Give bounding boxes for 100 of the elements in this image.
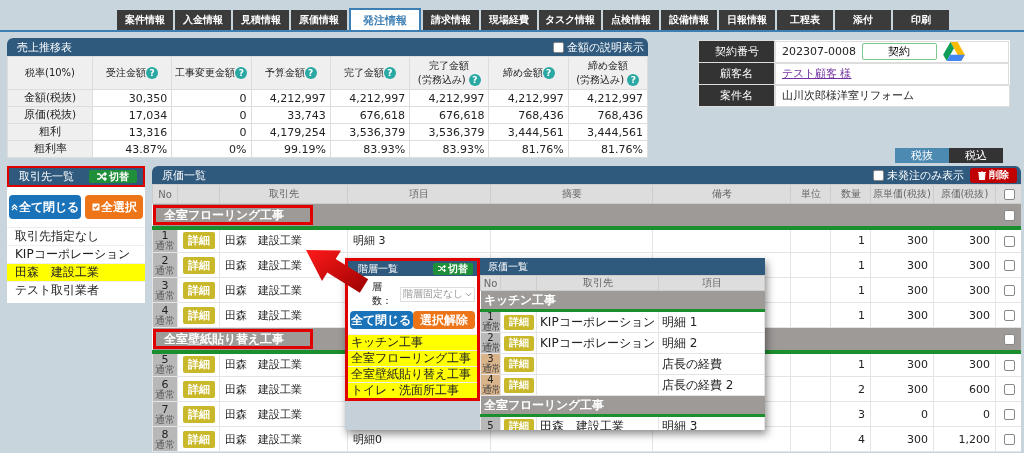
- checkbox[interactable]: [1003, 333, 1015, 345]
- switch-button[interactable]: 切替: [433, 262, 473, 275]
- tab[interactable]: 発注情報: [349, 8, 421, 30]
- row-type: 通常: [154, 439, 176, 450]
- table-cell: 3,536,379: [409, 123, 489, 141]
- tax-toggle[interactable]: 税抜: [895, 148, 949, 163]
- tab[interactable]: 案件情報: [117, 10, 173, 30]
- checkbox[interactable]: [1003, 285, 1015, 296]
- table-cell: KIPコーポレーション: [540, 314, 655, 329]
- row-type: 通常: [154, 265, 176, 276]
- checkbox[interactable]: [1003, 188, 1015, 200]
- delete-button[interactable]: 削除: [970, 167, 1017, 183]
- level-item[interactable]: キッチン工事: [348, 334, 477, 350]
- vendor-item[interactable]: 取引先指定なし: [7, 227, 145, 245]
- column-header: 数量: [840, 188, 861, 199]
- table-cell: 明細 2: [662, 335, 698, 350]
- column-header: 原価(税抜): [940, 188, 989, 199]
- customer-link[interactable]: テスト顧客 様: [782, 66, 852, 81]
- level-item[interactable]: 全室フローリング工事: [348, 350, 477, 366]
- panel-title: 原価一覧: [162, 167, 206, 183]
- help-icon[interactable]: ?: [542, 67, 555, 79]
- action-button[interactable]: 選択解除: [412, 311, 475, 329]
- column-header: No: [483, 277, 498, 289]
- level-item[interactable]: トイレ・洗面所工事: [348, 382, 477, 398]
- tab[interactable]: 見積情報: [233, 10, 289, 30]
- row-type: 通常: [154, 315, 176, 326]
- trash-icon: [978, 170, 986, 180]
- table-cell: 600: [969, 382, 990, 396]
- row-number: 6: [161, 378, 169, 390]
- vendor-item[interactable]: 田森 建設工業: [7, 263, 145, 281]
- tab[interactable]: 設備情報: [661, 10, 717, 30]
- level-select[interactable]: 階層固定なし: [400, 286, 475, 302]
- table-cell: 店長の経費: [662, 356, 722, 371]
- tab[interactable]: 現場経費: [481, 10, 537, 30]
- tab[interactable]: タスク情報: [539, 10, 601, 30]
- table-cell: 300: [969, 234, 990, 248]
- checkbox[interactable]: [1003, 209, 1015, 221]
- tab[interactable]: 点検情報: [603, 10, 659, 30]
- table-cell: 83.93%: [330, 140, 410, 158]
- chevron-down-icon: [465, 291, 472, 297]
- row-number: 3: [161, 279, 169, 291]
- help-icon[interactable]: ?: [146, 67, 159, 79]
- table-cell: 1: [858, 358, 865, 372]
- checkbox[interactable]: [553, 41, 564, 53]
- switch-button[interactable]: 切替: [89, 170, 137, 183]
- checkbox[interactable]: [1003, 409, 1015, 420]
- contract-button[interactable]: 契約: [861, 43, 937, 60]
- table-cell: 300: [969, 283, 990, 297]
- vendor-item[interactable]: テスト取引業者: [7, 281, 145, 299]
- group-title: キッチン工事: [483, 292, 556, 307]
- table-cell: 300: [907, 432, 928, 446]
- tab[interactable]: 請求情報: [423, 10, 479, 30]
- checkbox[interactable]: [1003, 235, 1015, 247]
- checkbox[interactable]: [873, 169, 884, 181]
- table-cell: 300: [969, 308, 990, 322]
- tax-toggle[interactable]: 税込: [949, 148, 1003, 163]
- level-item[interactable]: 全室壁紙貼り替え工事: [348, 366, 477, 382]
- field-label: 層数：: [372, 280, 393, 308]
- action-button[interactable]: 全選択: [85, 195, 143, 219]
- help-icon[interactable]: ?: [468, 74, 481, 86]
- table-cell: 3,444,561: [568, 123, 648, 141]
- help-icon[interactable]: ?: [384, 67, 396, 79]
- action-button[interactable]: 全て閉じる: [9, 195, 81, 219]
- table-cell: 4,212,997: [251, 89, 331, 107]
- triangle-logo-icon[interactable]: [942, 42, 965, 61]
- row-number: 5: [161, 354, 169, 366]
- table-cell: 676,618: [409, 106, 489, 124]
- table-cell: 81.76%: [568, 140, 648, 158]
- table-cell: 0: [983, 407, 990, 421]
- tab[interactable]: 工程表: [777, 10, 833, 30]
- checkbox[interactable]: [1003, 359, 1015, 371]
- row-type: 通常: [154, 414, 176, 425]
- tab[interactable]: 日報情報: [719, 10, 775, 30]
- checkbox[interactable]: [1003, 260, 1015, 271]
- checkbox[interactable]: [1003, 434, 1015, 445]
- column-header: 完了金額: [344, 67, 384, 78]
- table-cell: 0: [921, 407, 928, 421]
- table-cell: 81.76%: [488, 140, 569, 158]
- tab[interactable]: 原価情報: [291, 10, 347, 30]
- table-cell: 300: [907, 234, 928, 248]
- checkbox[interactable]: [1003, 310, 1015, 321]
- action-button[interactable]: 全て閉じる: [350, 311, 413, 329]
- help-icon[interactable]: ?: [304, 67, 317, 79]
- tab[interactable]: 添付: [835, 10, 891, 30]
- table-cell: 768,436: [568, 106, 648, 124]
- row-number: 2: [487, 333, 494, 343]
- tab[interactable]: 印刷: [893, 10, 949, 30]
- table-cell: 4,212,997: [568, 89, 648, 107]
- checkbox[interactable]: [1003, 384, 1015, 395]
- row-type: 通常: [481, 322, 500, 332]
- table-cell: 1: [858, 258, 865, 272]
- contract-number: 202307-0008: [782, 45, 856, 58]
- help-icon[interactable]: ?: [627, 74, 640, 86]
- tab[interactable]: 入金情報: [175, 10, 231, 30]
- column-header: No: [158, 188, 172, 200]
- row-number: 3: [486, 354, 494, 364]
- row-number: 1: [487, 312, 494, 322]
- row-number: 7: [161, 403, 169, 415]
- checkbox-label: 金額の説明表示: [567, 39, 644, 55]
- help-icon[interactable]: ?: [235, 67, 248, 79]
